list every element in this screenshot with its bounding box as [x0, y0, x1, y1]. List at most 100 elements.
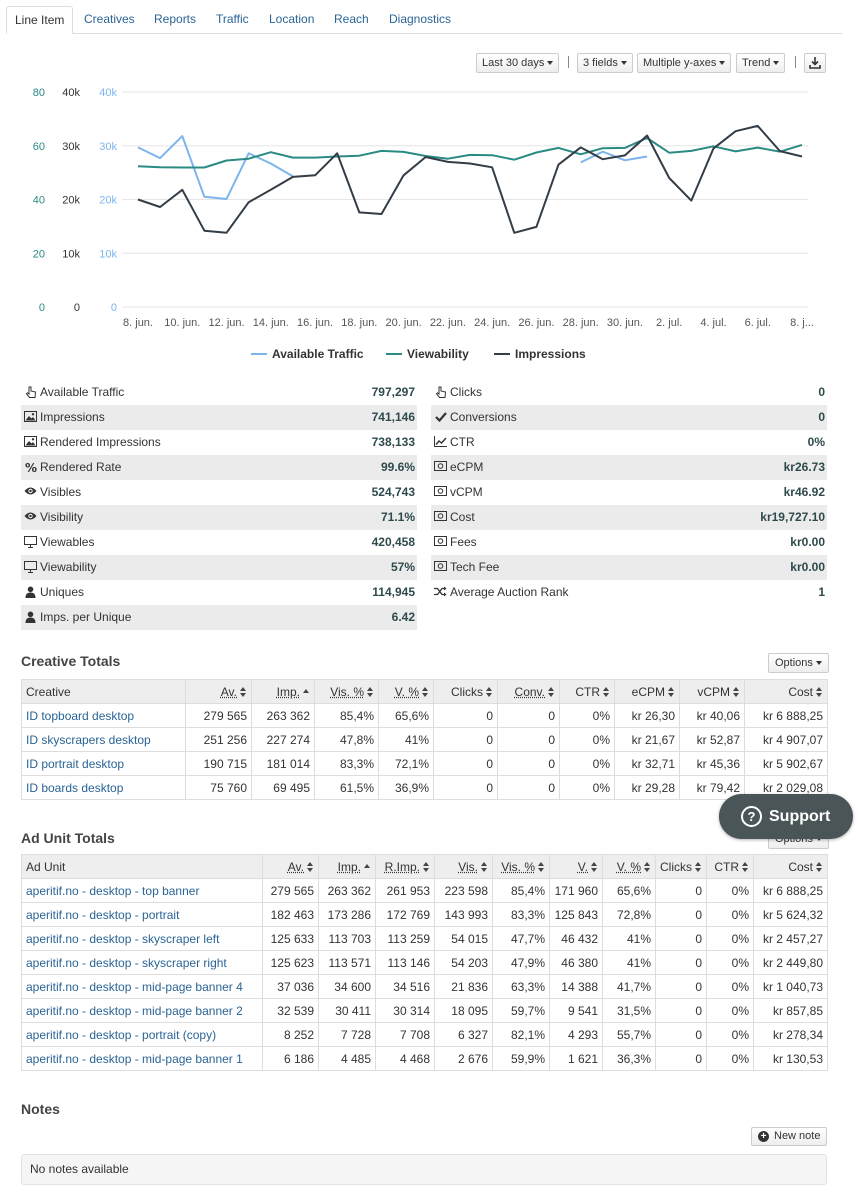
tab-traffic[interactable]: Traffic — [208, 6, 257, 34]
col-header-vis-pct[interactable]: Vis. % — [492, 854, 550, 879]
col-header-ad-unit[interactable]: Ad Unit — [21, 854, 263, 879]
tab-creatives[interactable]: Creatives — [76, 6, 143, 34]
col-header-label: Vis. % — [330, 684, 364, 699]
col-header-v[interactable]: V. — [549, 854, 603, 879]
metric-value: kr0.00 — [790, 535, 825, 549]
col-header-label: Conv. — [514, 684, 545, 699]
col-header-imp[interactable]: Imp. — [318, 854, 376, 879]
col-header-av[interactable]: Av. — [185, 679, 252, 704]
sort-icon — [486, 687, 493, 698]
cell-v: 36,9% — [378, 775, 434, 800]
cell-v: 65,6% — [602, 878, 656, 903]
row-name-link[interactable]: aperitif.no - desktop - skyscraper right — [21, 950, 263, 975]
support-button[interactable]: ? Support — [719, 794, 853, 839]
tab-diagnostics[interactable]: Diagnostics — [381, 6, 459, 34]
x-tick-label: 4. jul. — [700, 317, 726, 329]
metrics-right-panel: Clicks 0 Conversions 0 CTR 0% eCPM kr26.73 vCPM k… — [431, 380, 827, 605]
date-range-dropdown[interactable]: Last 30 days — [476, 53, 560, 73]
cell-vcpm: kr 40,06 — [679, 703, 745, 728]
row-name-link[interactable]: ID portrait desktop — [21, 751, 186, 776]
sort-icon — [240, 687, 247, 698]
col-header-v-pct[interactable]: V. % — [602, 854, 656, 879]
tab-reach[interactable]: Reach — [326, 6, 377, 34]
cell-v: 1 621 — [549, 1046, 603, 1071]
row-name-link[interactable]: ID skyscrapers desktop — [21, 727, 186, 752]
legend-impressions[interactable]: Impressions — [494, 347, 586, 363]
row-name-link[interactable]: aperitif.no - desktop - skyscraper left — [21, 926, 263, 951]
cell-av: 8 252 — [262, 1022, 319, 1047]
download-icon[interactable] — [804, 53, 826, 73]
tab-line-item[interactable]: Line Item — [6, 6, 74, 34]
cell-v: 72,1% — [378, 751, 434, 776]
col-header-vis[interactable]: Vis. — [434, 854, 493, 879]
metric-value: kr46.92 — [783, 485, 825, 499]
col-header-label: Vis. % — [501, 859, 535, 874]
col-header-ctr[interactable]: CTR — [559, 679, 615, 704]
user-icon — [24, 586, 37, 599]
row-name-link[interactable]: ID topboard desktop — [21, 703, 186, 728]
cell-conv: 0 — [497, 703, 560, 728]
col-header-vcpm[interactable]: vCPM — [679, 679, 745, 704]
col-header-imp[interactable]: Imp. — [251, 679, 315, 704]
col-header-r-imp[interactable]: R.Imp. — [375, 854, 435, 879]
col-header-v-pct[interactable]: V. % — [378, 679, 434, 704]
sort-icon — [644, 862, 651, 873]
axes-dropdown[interactable]: Multiple y-axes — [637, 53, 732, 73]
col-header-cost[interactable]: Cost — [753, 854, 828, 879]
col-header-label: Cost — [788, 684, 813, 699]
cell-conv: 0 — [497, 751, 560, 776]
metric-label: Imps. per Unique — [40, 610, 132, 624]
creative-options-button[interactable]: Options — [768, 653, 829, 673]
col-header-vis-pct[interactable]: Vis. % — [314, 679, 379, 704]
col-header-creative[interactable]: Creative — [21, 679, 186, 704]
table-row: aperitif.no - desktop - skyscraper left 1… — [21, 926, 828, 951]
metric-label: vCPM — [450, 485, 483, 499]
row-name-link[interactable]: aperitif.no - desktop - portrait (copy) — [21, 1022, 263, 1047]
cell-clicks: 0 — [433, 703, 498, 728]
row-name-link[interactable]: aperitif.no - desktop - top banner — [21, 878, 263, 903]
metric-value: kr0.00 — [790, 560, 825, 574]
cell-vis: 2 676 — [434, 1046, 493, 1071]
row-name-link[interactable]: ID boards desktop — [21, 775, 186, 800]
col-header-ctr[interactable]: CTR — [706, 854, 754, 879]
metric-label: Impressions — [40, 410, 105, 424]
legend-label: Impressions — [515, 347, 586, 361]
row-name-link[interactable]: aperitif.no - desktop - mid-page banner … — [21, 974, 263, 999]
trend-dropdown[interactable]: Trend — [736, 53, 786, 73]
y-tick-label: 20k — [62, 195, 80, 207]
row-name-link[interactable]: aperitif.no - desktop - mid-page banner … — [21, 998, 263, 1023]
col-header-conv[interactable]: Conv. — [497, 679, 560, 704]
cell-ctr: 0% — [559, 751, 615, 776]
new-note-button[interactable]: + New note — [751, 1127, 827, 1146]
legend-viewability[interactable]: Viewability — [386, 347, 469, 363]
row-name-link[interactable]: aperitif.no - desktop - mid-page banner … — [21, 1046, 263, 1071]
cell-av: 190 715 — [185, 751, 252, 776]
col-header-clicks[interactable]: Clicks — [655, 854, 707, 879]
cell-ecpm: kr 29,28 — [614, 775, 680, 800]
cell-v: 36,3% — [602, 1046, 656, 1071]
cell-r-imp: 113 146 — [375, 950, 435, 975]
question-icon: ? — [741, 806, 762, 827]
tab-reports[interactable]: Reports — [146, 6, 204, 34]
legend-available-traffic[interactable]: Available Traffic — [251, 347, 364, 363]
x-tick-label: 18. jun. — [341, 317, 377, 329]
row-name-link[interactable]: aperitif.no - desktop - portrait — [21, 902, 263, 927]
col-header-ecpm[interactable]: eCPM — [614, 679, 680, 704]
metric-row-ctr: CTR 0% — [431, 430, 827, 455]
tab-location[interactable]: Location — [261, 6, 322, 34]
trend-label: Trend — [742, 57, 771, 69]
col-header-clicks[interactable]: Clicks — [433, 679, 498, 704]
cell-imp: 113 571 — [318, 950, 376, 975]
trend-icon — [434, 436, 447, 449]
x-tick-label: 26. jun. — [518, 317, 554, 329]
cell-cost: kr 5 624,32 — [753, 902, 828, 927]
cell-ctr: 0% — [706, 926, 754, 951]
cell-av: 182 463 — [262, 902, 319, 927]
fields-dropdown[interactable]: 3 fields — [577, 53, 633, 73]
legend-swatch — [494, 352, 510, 355]
col-header-cost[interactable]: Cost — [744, 679, 828, 704]
y-tick-label: 40 — [33, 195, 45, 207]
cell-vis: 59,9% — [492, 1046, 550, 1071]
metric-value: kr26.73 — [783, 460, 825, 474]
col-header-av[interactable]: Av. — [262, 854, 319, 879]
